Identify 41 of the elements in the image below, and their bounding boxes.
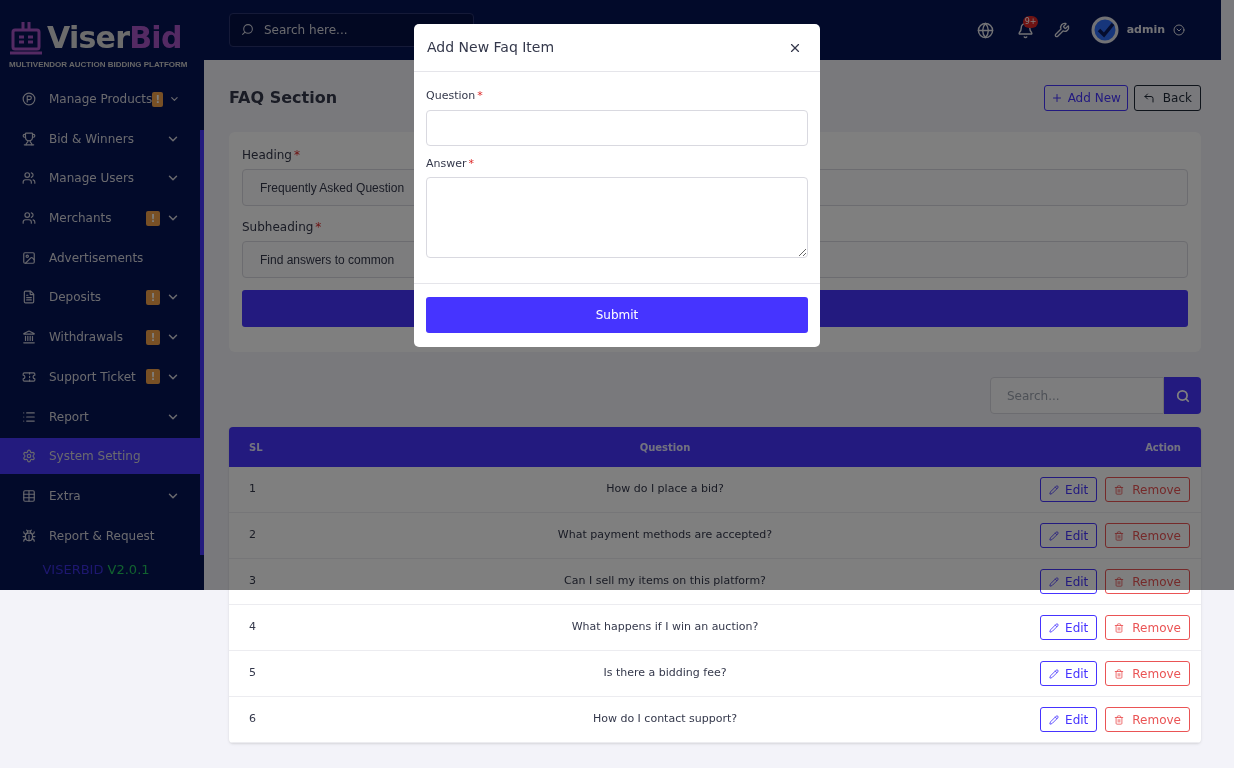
table-cell-text: 4 (249, 619, 257, 636)
page-title: FAQ Section (229, 87, 338, 109)
column-header: Question (638, 440, 692, 455)
sidebar-item-label: Manage Users (49, 170, 135, 188)
sidebar-item-label: Merchants (49, 210, 112, 228)
sidebar-item-label: Report (49, 408, 89, 426)
sidebar-item-label: Extra (49, 487, 81, 505)
table-cell-text: 3 (249, 573, 257, 590)
sidebar-item-label: Support Ticket (49, 368, 136, 386)
field-label: Heading * (242, 147, 300, 164)
table-cell-text: What happens if I win an auction? (570, 619, 760, 636)
sidebar-item-label: Manage Products (49, 91, 153, 108)
warning-badge: ! (146, 210, 160, 226)
warning-badge: ! (146, 289, 160, 305)
column-header: SL (249, 440, 264, 455)
table-cell-text: How do I place a bid? (605, 481, 725, 498)
table-cell-text: 2 (249, 527, 257, 544)
brand-tagline: MULTIVENDOR AUCTION BIDDING PLATFORM (9, 60, 188, 70)
table-cell-text: What payment methods are accepted? (556, 527, 774, 544)
sidebar-item-label: Report & Request (49, 527, 155, 545)
table-cell-text: 6 (249, 711, 257, 728)
field-label: Question * (426, 88, 483, 104)
version-label: VISERBID V2.0.1 (41, 561, 151, 580)
sidebar-item-label: Withdrawals (49, 329, 123, 347)
field-label: Subheading * (242, 219, 322, 236)
warning-badge: ! (146, 369, 160, 385)
sidebar-item-label: System Setting (49, 448, 141, 466)
table-cell-text: Can I sell my items on this platform? (563, 573, 767, 590)
field-label: Answer * (426, 155, 474, 172)
sidebar-item-label: Bid & Winners (49, 130, 134, 148)
table-cell-text: 5 (249, 665, 257, 682)
warning-badge: ! (152, 91, 164, 107)
table-cell-text: 1 (249, 481, 257, 498)
table-cell-text: Is there a bidding fee? (602, 665, 728, 682)
sidebar-item-label: Deposits (49, 289, 102, 307)
table-cell-text: How do I contact support? (591, 711, 739, 728)
notification-count: 9+ (1022, 15, 1039, 28)
brand-name: ViserBid (47, 22, 182, 53)
column-header: Action (1144, 440, 1181, 455)
warning-badge: ! (146, 329, 160, 345)
sidebar-item-label: Advertisements (49, 249, 144, 267)
